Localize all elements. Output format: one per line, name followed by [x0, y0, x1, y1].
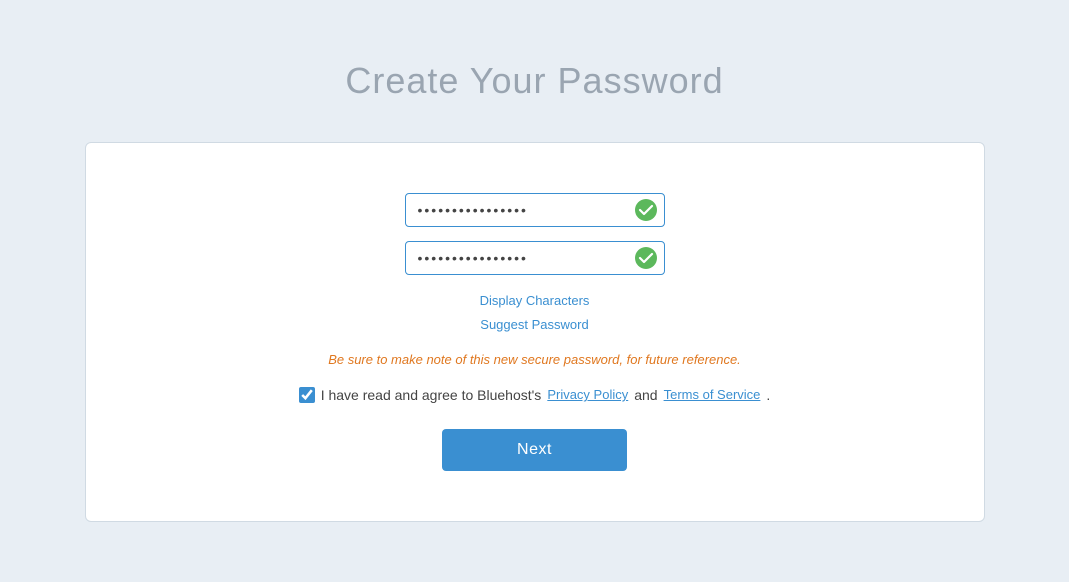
agreement-and-text: and: [634, 387, 657, 403]
password-valid-icon: [635, 199, 657, 221]
agreement-suffix-text: .: [766, 387, 770, 403]
terms-of-service-link[interactable]: Terms of Service: [664, 383, 761, 406]
password-input-wrapper: [405, 193, 665, 227]
suggest-password-link[interactable]: Suggest Password: [480, 313, 588, 336]
confirm-password-input[interactable]: [405, 241, 665, 275]
confirm-password-input-wrapper: [405, 241, 665, 275]
password-links: Display Characters Suggest Password: [480, 289, 590, 336]
password-input[interactable]: [405, 193, 665, 227]
privacy-policy-link[interactable]: Privacy Policy: [547, 383, 628, 406]
agreement-prefix-text: I have read and agree to Bluehost's: [321, 387, 542, 403]
confirm-valid-icon: [635, 247, 657, 269]
page-title: Create Your Password: [345, 60, 723, 102]
form-card: Display Characters Suggest Password Be s…: [85, 142, 985, 521]
agreement-checkbox[interactable]: [299, 387, 315, 403]
next-button[interactable]: Next: [442, 429, 627, 471]
agreement-row: I have read and agree to Bluehost's Priv…: [299, 383, 771, 406]
display-characters-link[interactable]: Display Characters: [480, 289, 590, 312]
warning-text: Be sure to make note of this new secure …: [328, 352, 741, 367]
